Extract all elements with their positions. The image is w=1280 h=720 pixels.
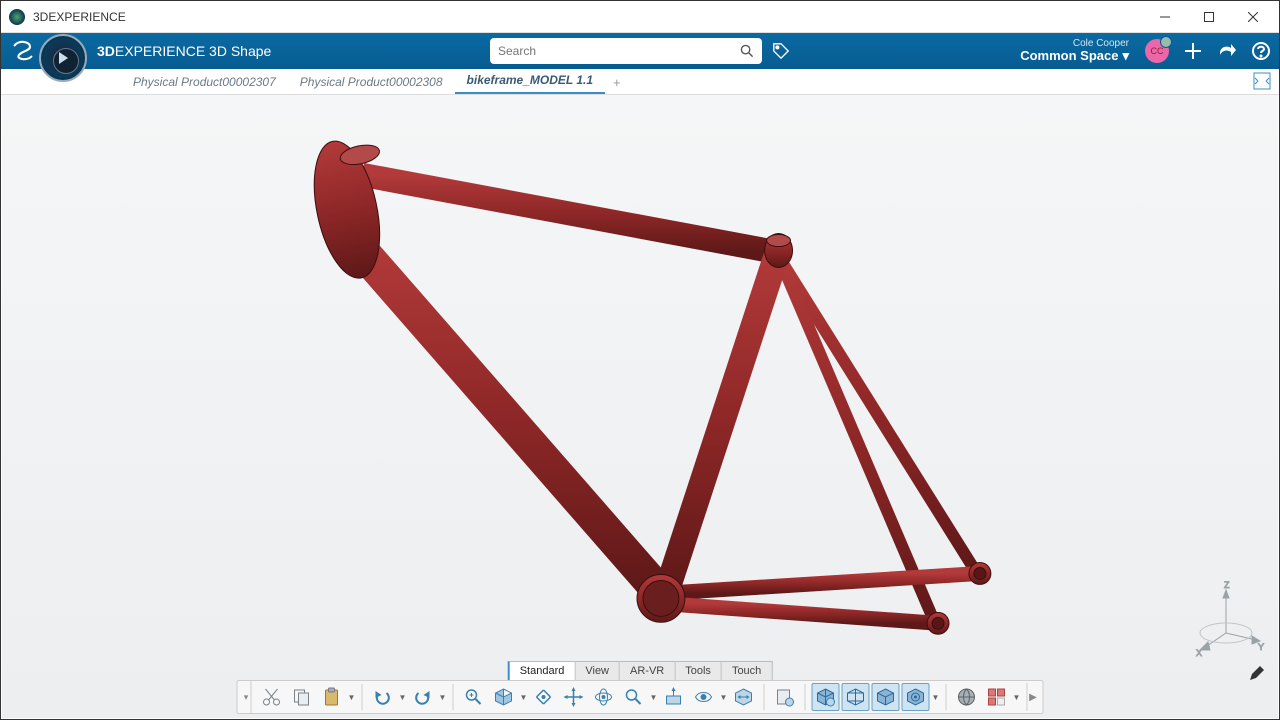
perspective-dropdown[interactable]: ▼ [932, 693, 940, 702]
ds-logo-icon[interactable] [9, 37, 37, 65]
chevron-down-icon: ▾ [1122, 49, 1129, 63]
add-tab-button[interactable]: + [605, 71, 629, 94]
tab-bikeframe[interactable]: bikeframe_MODEL 1.1 [455, 69, 606, 94]
window-title: 3DEXPERIENCE [33, 10, 126, 24]
tab-product-2307[interactable]: Physical Product00002307 [121, 71, 288, 94]
share-icon[interactable] [1217, 41, 1237, 61]
help-icon[interactable] [1251, 41, 1271, 61]
app-icon [9, 9, 25, 25]
grid-button[interactable] [983, 683, 1011, 711]
paste-dropdown[interactable]: ▼ [348, 693, 356, 702]
context-tab-touch[interactable]: Touch [722, 661, 772, 680]
view-cube-button[interactable] [490, 683, 518, 711]
bottom-toolbar: ▾ ▼ ▼ ▼ ▼ ▼ ▼ ▼ ▼ ▶ [237, 680, 1044, 714]
edges-button[interactable] [872, 683, 900, 711]
app-name: 3DEXPERIENCE 3D Shape [97, 43, 271, 59]
redo-dropdown[interactable]: ▼ [439, 693, 447, 702]
minimize-button[interactable] [1143, 2, 1187, 32]
maximize-button[interactable] [1187, 2, 1231, 32]
toolbar-collapse[interactable]: ▾ [242, 681, 252, 713]
user-block[interactable]: Cole Cooper Common Space▾ [1020, 38, 1131, 63]
shading-button[interactable] [812, 683, 840, 711]
search-box[interactable] [490, 38, 762, 64]
document-tabs: Physical Product00002307 Physical Produc… [1, 69, 1279, 95]
window-controls [1143, 2, 1275, 32]
header-bar: 3DEXPERIENCE 3D Shape Cole Cooper Common… [1, 33, 1279, 69]
paste-button[interactable] [318, 683, 346, 711]
hide-show-dropdown[interactable]: ▼ [720, 693, 728, 702]
zoom-fit-button[interactable] [460, 683, 488, 711]
context-tab-standard[interactable]: Standard [508, 661, 576, 680]
axis-x-label: X [1196, 648, 1202, 658]
look-button[interactable] [620, 683, 648, 711]
viewport-3d[interactable]: Z Y X Standard View AR-VR Tools Touch ▾ … [2, 95, 1278, 718]
collapse-tree-icon[interactable] [1253, 72, 1271, 90]
context-tabs: Standard View AR-VR Tools Touch [508, 661, 773, 680]
redo-button[interactable] [409, 683, 437, 711]
tag-icon[interactable] [772, 42, 790, 60]
bike-frame-model[interactable] [2, 95, 1278, 718]
pan-button[interactable] [560, 683, 588, 711]
perspective-button[interactable] [902, 683, 930, 711]
undo-button[interactable] [369, 683, 397, 711]
search-input[interactable] [498, 44, 740, 58]
axis-z-label: Z [1224, 580, 1230, 590]
compass-widget[interactable] [39, 34, 87, 82]
close-button[interactable] [1231, 2, 1275, 32]
center-button[interactable] [530, 683, 558, 711]
view-cube-dropdown[interactable]: ▼ [520, 693, 528, 702]
search-icon[interactable] [740, 44, 754, 58]
globe-button[interactable] [953, 683, 981, 711]
undo-dropdown[interactable]: ▼ [399, 693, 407, 702]
axis-y-label: Y [1258, 642, 1264, 652]
look-dropdown[interactable]: ▼ [650, 693, 658, 702]
swap-button[interactable] [730, 683, 758, 711]
add-icon[interactable] [1183, 41, 1203, 61]
cut-button[interactable] [258, 683, 286, 711]
normal-button[interactable] [660, 683, 688, 711]
toolbar-more[interactable]: ▶ [1027, 683, 1039, 711]
context-tab-view[interactable]: View [575, 661, 620, 680]
wireframe-button[interactable] [842, 683, 870, 711]
space-name: Common Space [1020, 49, 1118, 63]
rotate-button[interactable] [590, 683, 618, 711]
context-tab-tools[interactable]: Tools [675, 661, 722, 680]
pen-cursor-icon [1248, 666, 1264, 682]
tab-product-2308[interactable]: Physical Product00002308 [288, 71, 455, 94]
grid-dropdown[interactable]: ▼ [1013, 693, 1021, 702]
axis-triad[interactable]: Z Y X [1186, 578, 1266, 658]
avatar[interactable]: CC [1145, 39, 1169, 63]
copy-button[interactable] [288, 683, 316, 711]
titlebar: 3DEXPERIENCE [1, 1, 1279, 33]
context-tab-arvr[interactable]: AR-VR [620, 661, 675, 680]
layers-button[interactable] [771, 683, 799, 711]
hide-show-button[interactable] [690, 683, 718, 711]
